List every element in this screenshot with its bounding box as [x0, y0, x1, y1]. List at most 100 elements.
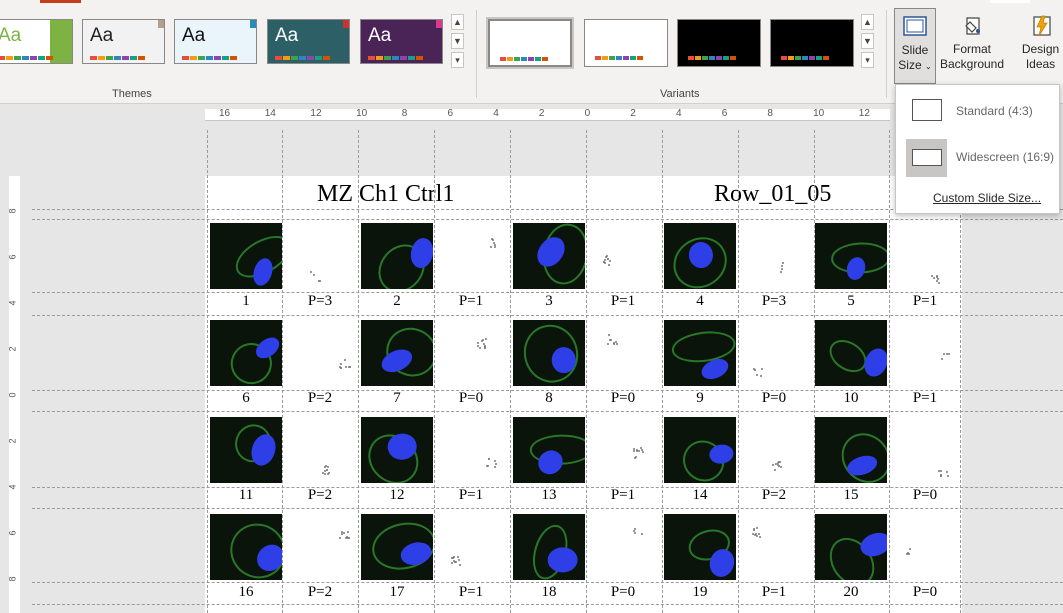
cell-image[interactable]	[815, 320, 887, 386]
particle-count-label[interactable]: P=1	[435, 584, 507, 601]
cell-number-label[interactable]: 3	[513, 293, 585, 310]
vertical-guide[interactable]	[282, 130, 283, 613]
particle-image[interactable]	[889, 514, 961, 580]
cell-image[interactable]	[513, 223, 585, 289]
particle-image[interactable]	[889, 223, 961, 289]
particle-image[interactable]	[889, 417, 961, 483]
cell-number-label[interactable]: 19	[664, 584, 736, 601]
cell-number-label[interactable]: 5	[815, 293, 887, 310]
particle-count-label[interactable]: P=1	[435, 487, 507, 504]
particle-count-label[interactable]: P=0	[587, 390, 659, 407]
particle-image[interactable]	[435, 514, 507, 580]
cell-number-label[interactable]: 4	[664, 293, 736, 310]
cell-image[interactable]	[815, 514, 887, 580]
particle-count-label[interactable]: P=3	[738, 293, 810, 310]
particle-count-label[interactable]: P=2	[738, 487, 810, 504]
cell-number-label[interactable]: 11	[210, 487, 282, 504]
vertical-guide[interactable]	[207, 130, 208, 613]
cell-number-label[interactable]: 2	[361, 293, 433, 310]
cell-image[interactable]	[513, 320, 585, 386]
standard-size-option[interactable]: Standard (4:3)	[896, 89, 1059, 133]
particle-image[interactable]	[284, 514, 356, 580]
design-ideas-button[interactable]: Design Ideas	[1018, 8, 1063, 84]
particle-image[interactable]	[587, 320, 659, 386]
particle-image[interactable]	[738, 417, 810, 483]
vertical-guide[interactable]	[358, 130, 359, 613]
gallery-scroll-down-button[interactable]: ▼	[451, 33, 464, 49]
cell-number-label[interactable]: 12	[361, 487, 433, 504]
theme-thumbnail[interactable]: Aa	[360, 19, 443, 64]
cell-number-label[interactable]: 6	[210, 390, 282, 407]
horizontal-guide[interactable]	[32, 582, 1063, 583]
vertical-guide[interactable]	[586, 130, 587, 613]
cell-number-label[interactable]: 20	[815, 584, 887, 601]
horizontal-guide[interactable]	[32, 411, 1063, 412]
cell-number-label[interactable]: 18	[513, 584, 585, 601]
horizontal-guide[interactable]	[32, 219, 1063, 220]
cell-image[interactable]	[210, 320, 282, 386]
particle-count-label[interactable]: P=1	[889, 390, 961, 407]
particle-count-label[interactable]: P=1	[587, 293, 659, 310]
cell-number-label[interactable]: 16	[210, 584, 282, 601]
horizontal-ruler[interactable]: 16 14 12 10 8 6 4 2 0 2 4 6 8 10 12	[205, 108, 890, 121]
particle-count-label[interactable]: P=2	[284, 390, 356, 407]
cell-image[interactable]	[210, 514, 282, 580]
particle-count-label[interactable]: P=0	[587, 584, 659, 601]
cell-number-label[interactable]: 15	[815, 487, 887, 504]
cell-image[interactable]	[664, 417, 736, 483]
particle-image[interactable]	[284, 223, 356, 289]
theme-thumbnail[interactable]: Aa	[267, 19, 350, 64]
vertical-guide[interactable]	[434, 130, 435, 613]
particle-image[interactable]	[587, 514, 659, 580]
horizontal-guide[interactable]	[32, 390, 1063, 391]
variant-thumbnail[interactable]	[486, 17, 574, 69]
variants-more-button[interactable]: ▾	[861, 52, 874, 68]
slide-canvas[interactable]: MZ Ch1 Ctrl1 Row_01_05 1 P=3 2 P=1 3 P=1 4 P=3 5…	[205, 176, 962, 613]
cell-number-label[interactable]: 14	[664, 487, 736, 504]
particle-count-label[interactable]: P=0	[889, 487, 961, 504]
particle-count-label[interactable]: P=3	[284, 293, 356, 310]
cell-number-label[interactable]: 1	[210, 293, 282, 310]
particle-count-label[interactable]: P=0	[738, 390, 810, 407]
particle-image[interactable]	[284, 417, 356, 483]
vertical-guide[interactable]	[510, 130, 511, 613]
vertical-guide[interactable]	[738, 130, 739, 613]
gallery-scroll-up-button[interactable]: ▲	[451, 14, 464, 30]
particle-count-label[interactable]: P=2	[284, 584, 356, 601]
horizontal-guide[interactable]	[32, 604, 1063, 605]
cell-number-label[interactable]: 8	[513, 390, 585, 407]
particle-image[interactable]	[587, 223, 659, 289]
slide-size-button[interactable]: Slide Size ⌄	[894, 8, 936, 84]
cell-number-label[interactable]: 7	[361, 390, 433, 407]
particle-count-label[interactable]: P=2	[284, 487, 356, 504]
horizontal-guide[interactable]	[32, 292, 1063, 293]
theme-thumbnail[interactable]: Aa	[174, 19, 257, 64]
horizontal-guide[interactable]	[32, 487, 1063, 488]
variant-thumbnail[interactable]	[677, 19, 761, 67]
cell-image[interactable]	[210, 417, 282, 483]
cell-number-label[interactable]: 9	[664, 390, 736, 407]
cell-image[interactable]	[513, 417, 585, 483]
horizontal-guide[interactable]	[32, 508, 1063, 509]
variant-thumbnail[interactable]	[770, 19, 854, 67]
particle-image[interactable]	[284, 320, 356, 386]
variants-scroll-up-button[interactable]: ▲	[861, 14, 874, 30]
cell-number-label[interactable]: 10	[815, 390, 887, 407]
particle-count-label[interactable]: P=1	[889, 293, 961, 310]
particle-count-label[interactable]: P=1	[587, 487, 659, 504]
cell-image[interactable]	[815, 417, 887, 483]
cell-image[interactable]	[664, 514, 736, 580]
cell-image[interactable]	[210, 223, 282, 289]
vertical-ruler[interactable]: 8 6 4 2 0 2 4 6 8	[8, 176, 20, 613]
cell-image[interactable]	[815, 223, 887, 289]
horizontal-guide[interactable]	[32, 315, 1063, 316]
particle-image[interactable]	[587, 417, 659, 483]
particle-count-label[interactable]: P=1	[435, 293, 507, 310]
cell-image[interactable]	[361, 320, 433, 386]
particle-image[interactable]	[435, 320, 507, 386]
custom-slide-size-link[interactable]: Custom Slide Size...	[933, 191, 1041, 205]
widescreen-size-option[interactable]: Widescreen (16:9)	[896, 135, 1059, 179]
particle-count-label[interactable]: P=0	[889, 584, 961, 601]
particle-count-label[interactable]: P=1	[738, 584, 810, 601]
cell-image[interactable]	[361, 417, 433, 483]
